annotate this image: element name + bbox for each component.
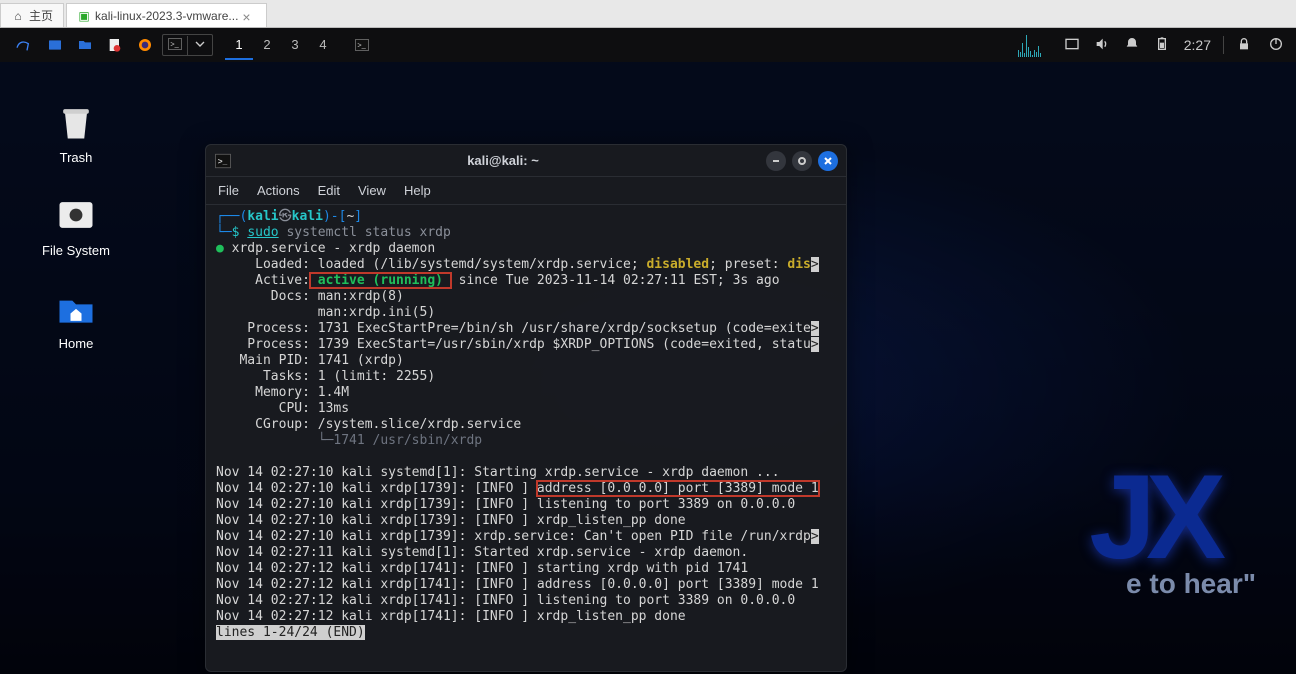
- tasks: Tasks: 1 (limit: 2255): [216, 369, 435, 384]
- menu-edit[interactable]: Edit: [318, 183, 340, 198]
- loaded-disabled: disabled: [646, 257, 709, 272]
- workspace-switcher: 1 2 3 4: [225, 30, 337, 60]
- text-editor-button[interactable]: [102, 32, 128, 58]
- host-tab-home[interactable]: ⌂ 主页: [0, 3, 64, 27]
- log-line: Nov 14 02:27:12 kali xrdp[1741]: [INFO ]…: [216, 577, 819, 592]
- volume-icon[interactable]: [1094, 36, 1110, 55]
- svg-text:>_: >_: [170, 39, 179, 48]
- trash-icon: [54, 100, 98, 144]
- notifications-icon[interactable]: [1124, 36, 1140, 55]
- chevron-down-icon[interactable]: [187, 36, 212, 55]
- cpu: CPU: 13ms: [216, 401, 349, 416]
- desktop-icon-label: Trash: [60, 150, 93, 165]
- cgroup2: └─1741 /usr/sbin/xrdp: [216, 433, 482, 448]
- svg-text:>_: >_: [218, 157, 228, 166]
- wallpaper-letters: JX: [1089, 448, 1216, 586]
- power-icon[interactable]: [1268, 36, 1284, 55]
- proc2: Process: 1739 ExecStart=/usr/sbin/xrdp $…: [216, 337, 811, 352]
- firefox-button[interactable]: [132, 32, 158, 58]
- log-line: Nov 14 02:27:10 kali xrdp[1739]: [INFO ]…: [216, 513, 686, 528]
- terminal-icon: >_: [163, 36, 187, 55]
- workspace-2[interactable]: 2: [253, 30, 281, 60]
- window-maximize-button[interactable]: [792, 151, 812, 171]
- terminal-title: kali@kali: ~: [240, 153, 766, 168]
- workspace-overview-icon[interactable]: [1064, 36, 1080, 55]
- terminal-body[interactable]: ┌──(kali㉿kali)-[~] └─$ sudo systemctl st…: [206, 205, 846, 671]
- host-tab-home-label: 主页: [29, 7, 53, 24]
- battery-icon[interactable]: [1154, 36, 1170, 55]
- active-value: active (running): [310, 273, 451, 288]
- show-desktop-button[interactable]: [42, 32, 68, 58]
- desktop-icon-trash[interactable]: Trash: [36, 100, 116, 165]
- log-line: Nov 14 02:27:10 kali xrdp[1739]: [INFO ]…: [216, 497, 795, 512]
- window-close-button[interactable]: [818, 151, 838, 171]
- host-tab-vm-label: kali-linux-2023.3-vmware...: [95, 9, 238, 23]
- menu-actions[interactable]: Actions: [257, 183, 300, 198]
- workspace-3[interactable]: 3: [281, 30, 309, 60]
- terminal-icon: >_: [214, 152, 232, 170]
- docs1: Docs: man:xrdp(8): [216, 289, 404, 304]
- prompt-host: kali: [292, 209, 323, 224]
- host-tab-vm[interactable]: ▣ kali-linux-2023.3-vmware... ×: [66, 3, 267, 27]
- loaded-pre: Loaded: loaded (/lib/systemd/system/xrdp…: [216, 257, 646, 272]
- log-line-pre: Nov 14 02:27:10 kali xrdp[1739]: [INFO ]: [216, 481, 537, 496]
- desktop-icon-label: File System: [42, 243, 110, 258]
- top-panel: >_ 1 2 3 4 >_ 2:27: [0, 28, 1296, 62]
- desktop: JX e to hear" >_ 1 2 3: [0, 28, 1296, 674]
- proc1: Process: 1731 ExecStartPre=/bin/sh /usr/…: [216, 321, 811, 336]
- log-line: Nov 14 02:27:12 kali xrdp[1741]: [INFO ]…: [216, 593, 795, 608]
- log-line-hl: address [0.0.0.0] port [3389] mode 1: [537, 481, 819, 496]
- cmd-text: systemctl status xrdp: [286, 225, 450, 240]
- cpu-graph[interactable]: [1018, 33, 1054, 57]
- workspace-1[interactable]: 1: [225, 30, 253, 60]
- desktop-icon-filesystem[interactable]: File System: [36, 193, 116, 258]
- cmd-sudo: sudo: [247, 225, 278, 240]
- docs2: man:xrdp.ini(5): [216, 305, 435, 320]
- mainpid: Main PID: 1741 (xrdp): [216, 353, 404, 368]
- loaded-dis2: dis: [787, 257, 810, 272]
- menu-view[interactable]: View: [358, 183, 386, 198]
- prompt-user: kali: [247, 209, 278, 224]
- menu-file[interactable]: File: [218, 183, 239, 198]
- taskbar-terminal[interactable]: >_: [349, 32, 375, 58]
- wallpaper-slogan: e to hear": [1126, 568, 1256, 600]
- desktop-icon-home[interactable]: Home: [36, 286, 116, 351]
- log-line: Nov 14 02:27:12 kali xrdp[1741]: [INFO ]…: [216, 609, 686, 624]
- terminal-titlebar[interactable]: >_ kali@kali: ~: [206, 145, 846, 177]
- workspace-4[interactable]: 4: [309, 30, 337, 60]
- home-icon: ⌂: [11, 9, 25, 23]
- terminal-menubar: File Actions Edit View Help: [206, 177, 846, 205]
- desktop-icons: Trash File System Home: [36, 100, 116, 351]
- drive-icon: [54, 193, 98, 237]
- log-line: Nov 14 02:27:10 kali xrdp[1739]: xrdp.se…: [216, 529, 811, 544]
- home-folder-icon: [54, 286, 98, 330]
- log-line: Nov 14 02:27:11 kali systemd[1]: Started…: [216, 545, 748, 560]
- window-minimize-button[interactable]: [766, 151, 786, 171]
- host-tab-bar: ⌂ 主页 ▣ kali-linux-2023.3-vmware... ×: [0, 0, 1296, 28]
- file-manager-button[interactable]: [72, 32, 98, 58]
- active-since: since Tue 2023-11-14 02:27:11 EST; 3s ag…: [459, 273, 780, 288]
- active-label: Active:: [216, 273, 310, 288]
- kali-menu-button[interactable]: [8, 32, 38, 58]
- menu-help[interactable]: Help: [404, 183, 431, 198]
- clock[interactable]: 2:27: [1184, 37, 1211, 53]
- lock-icon[interactable]: [1236, 36, 1252, 55]
- service-line: xrdp.service - xrdp daemon: [232, 241, 436, 256]
- pager-status: lines 1-24/24 (END): [216, 625, 365, 640]
- cgroup: CGroup: /system.slice/xrdp.service: [216, 417, 521, 432]
- terminal-window[interactable]: >_ kali@kali: ~ File Actions Edit View H…: [205, 144, 847, 672]
- vm-icon: ▣: [77, 9, 91, 23]
- log-line: Nov 14 02:27:10 kali systemd[1]: Startin…: [216, 465, 780, 480]
- loaded-mid: ; preset:: [709, 257, 787, 272]
- svg-text:>_: >_: [357, 41, 366, 50]
- close-icon[interactable]: ×: [242, 9, 256, 23]
- terminal-launcher[interactable]: >_: [162, 34, 213, 56]
- memory: Memory: 1.4M: [216, 385, 349, 400]
- log-line: Nov 14 02:27:12 kali xrdp[1741]: [INFO ]…: [216, 561, 748, 576]
- desktop-icon-label: Home: [59, 336, 94, 351]
